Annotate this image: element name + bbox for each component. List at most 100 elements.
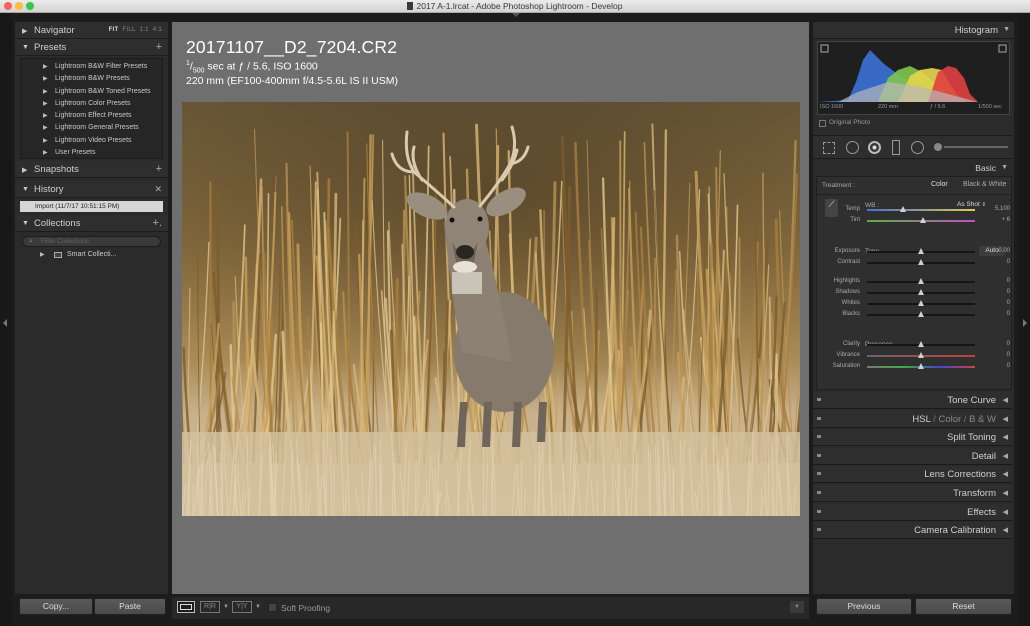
red-eye-icon[interactable]	[868, 141, 881, 154]
treatment-bw[interactable]: Black & White	[963, 181, 1007, 188]
preset-folder[interactable]: ▶ Lightroom General Presets	[21, 122, 162, 134]
preset-folder[interactable]: ▶ Lightroom Color Presets	[21, 98, 162, 110]
adjustment-brush-icon[interactable]	[934, 143, 1009, 151]
panel-switch-icon[interactable]	[817, 416, 821, 420]
loupe-view-icon[interactable]	[177, 601, 195, 613]
slider-track[interactable]	[867, 300, 975, 306]
paste-button[interactable]: Paste	[94, 598, 166, 615]
original-photo-checkbox[interactable]	[819, 120, 826, 127]
slider-knob[interactable]	[918, 289, 924, 295]
preset-folder[interactable]: ▶ Lightroom Effect Presets	[21, 110, 162, 122]
slider-knob[interactable]	[918, 259, 924, 265]
collection-item[interactable]: ▶ Smart Collecti...	[20, 249, 168, 262]
basic-header[interactable]: Basic ▼	[813, 161, 1012, 175]
copy-settings-icon[interactable]: Y|Y	[232, 601, 252, 613]
collections-filter-input[interactable]: ⌕ Filter Collections	[22, 236, 161, 247]
clear-history-icon[interactable]: ✕	[154, 184, 162, 195]
contrast-slider[interactable]: Contrast 0	[817, 258, 1016, 268]
nav-mode-4to1[interactable]: 4:1	[153, 27, 162, 33]
history-header[interactable]: ▼ History ✕	[15, 181, 168, 198]
histogram[interactable]: ISO 1600 220 mm ƒ / 5.6 1/500 sec	[817, 41, 1010, 115]
histogram-header[interactable]: Histogram ▼	[813, 22, 1014, 39]
nav-mode-1to1[interactable]: 1:1	[140, 27, 149, 33]
clarity-slider[interactable]: Clarity 0	[817, 340, 1016, 350]
whites-slider[interactable]: Whites 0	[817, 299, 1016, 309]
vibrance-slider[interactable]: Vibrance 0	[817, 351, 1016, 361]
highlights-slider[interactable]: Highlights 0	[817, 277, 1016, 287]
panel-switch-icon[interactable]	[817, 491, 821, 494]
slider-track[interactable]	[867, 206, 975, 212]
panel-switch-icon[interactable]	[817, 509, 821, 513]
panel-header-detail[interactable]: Detail ◀	[813, 447, 1012, 465]
panel-header-hsl[interactable]: HSL / Color / B & W ◀	[813, 410, 1012, 428]
slider-knob[interactable]	[920, 217, 927, 223]
slider-knob[interactable]	[918, 363, 924, 369]
presets-header[interactable]: ▼ Presets +	[15, 39, 168, 56]
slider-track[interactable]	[867, 259, 975, 265]
add-collection-icon[interactable]: +.	[153, 217, 162, 229]
panel-header-camera-calibration[interactable]: Camera Calibration ◀	[813, 522, 1012, 540]
shadows-slider[interactable]: Shadows 0	[817, 288, 1016, 298]
before-after-dropdown-icon[interactable]: ▼	[223, 604, 229, 610]
crop-tool-icon[interactable]	[823, 142, 835, 154]
radial-filter-icon[interactable]	[911, 141, 924, 154]
nav-mode-fill[interactable]: FILL	[122, 27, 135, 33]
swap-dropdown-icon[interactable]: ▼	[255, 604, 261, 610]
slider-knob[interactable]	[918, 300, 924, 306]
preset-folder[interactable]: ▶ Lightroom Video Presets	[21, 135, 162, 147]
panel-switch-icon[interactable]	[817, 398, 821, 401]
slider-track[interactable]	[867, 363, 975, 369]
snapshots-header[interactable]: ▶ Snapshots +	[15, 161, 168, 178]
preset-folder[interactable]: ▶ Lightroom B&W Toned Presets	[21, 86, 162, 98]
left-panel-toggle-icon[interactable]	[3, 319, 7, 327]
preset-folder[interactable]: ▶ Lightroom B&W Presets	[21, 73, 162, 85]
add-preset-icon[interactable]: +	[156, 41, 162, 53]
slider-track[interactable]	[867, 289, 975, 295]
panel-header-split-toning[interactable]: Split Toning ◀	[813, 429, 1012, 447]
right-panel-toggle-icon[interactable]	[1023, 319, 1027, 327]
saturation-slider[interactable]: Saturation 0	[817, 362, 1016, 372]
spot-removal-icon[interactable]	[846, 141, 859, 154]
slider-knob[interactable]	[918, 311, 924, 317]
treatment-color[interactable]: Color	[931, 181, 948, 188]
copy-button[interactable]: Copy...	[19, 598, 93, 615]
add-snapshot-icon[interactable]: +	[156, 163, 162, 175]
toolbar-content-dropdown-icon[interactable]: ▼	[790, 601, 804, 613]
panel-switch-icon[interactable]	[817, 453, 821, 457]
slider-knob[interactable]	[918, 352, 924, 358]
soft-proofing-checkbox[interactable]	[268, 603, 277, 612]
slider-track[interactable]	[867, 352, 975, 358]
slider-track[interactable]	[867, 278, 975, 284]
slider-track[interactable]	[867, 341, 975, 347]
temp-slider[interactable]: Temp 5,100	[817, 205, 1016, 215]
previous-button[interactable]: Previous	[816, 598, 912, 615]
slider-track[interactable]	[867, 248, 975, 254]
panel-switch-icon[interactable]	[817, 435, 821, 439]
reset-button[interactable]: Reset	[915, 598, 1012, 615]
slider-knob[interactable]	[918, 248, 924, 254]
exposure-slider[interactable]: Exposure 0.00	[817, 247, 1016, 257]
slider-knob[interactable]	[918, 278, 924, 284]
panel-header-tone-curve[interactable]: Tone Curve ◀	[813, 392, 1012, 409]
panel-header-effects[interactable]: Effects ◀	[813, 503, 1012, 521]
graduated-filter-icon[interactable]	[892, 140, 900, 155]
slider-knob[interactable]	[918, 341, 924, 347]
history-item[interactable]: Import (11/7/17 10:51:15 PM)	[20, 201, 163, 212]
panel-header-lens-corrections[interactable]: Lens Corrections ◀	[813, 466, 1012, 484]
slider-knob[interactable]	[899, 206, 906, 212]
nav-mode-fit[interactable]: FIT	[109, 27, 119, 33]
slider-track[interactable]	[867, 217, 975, 223]
tint-slider[interactable]: Tint + 6	[817, 216, 1016, 226]
preset-folder[interactable]: ▶ Lightroom B&W Filter Presets	[21, 61, 162, 73]
panel-switch-icon[interactable]	[817, 472, 821, 476]
before-after-icon[interactable]: R|R	[200, 601, 220, 613]
preset-folder[interactable]: ▶ User Presets	[21, 147, 162, 159]
blacks-slider[interactable]: Blacks 0	[817, 310, 1016, 320]
navigator-header[interactable]: ▶ Navigator FIT FILL 1:1 4:1	[15, 22, 168, 39]
collections-header[interactable]: ▼ Collections +.	[15, 215, 168, 232]
panel-switch-icon[interactable]	[817, 528, 821, 532]
top-panel-toggle-icon[interactable]	[512, 13, 520, 17]
deer-photo[interactable]	[182, 102, 800, 516]
slider-track[interactable]	[867, 311, 975, 317]
panel-header-transform[interactable]: Transform ◀	[813, 485, 1012, 502]
